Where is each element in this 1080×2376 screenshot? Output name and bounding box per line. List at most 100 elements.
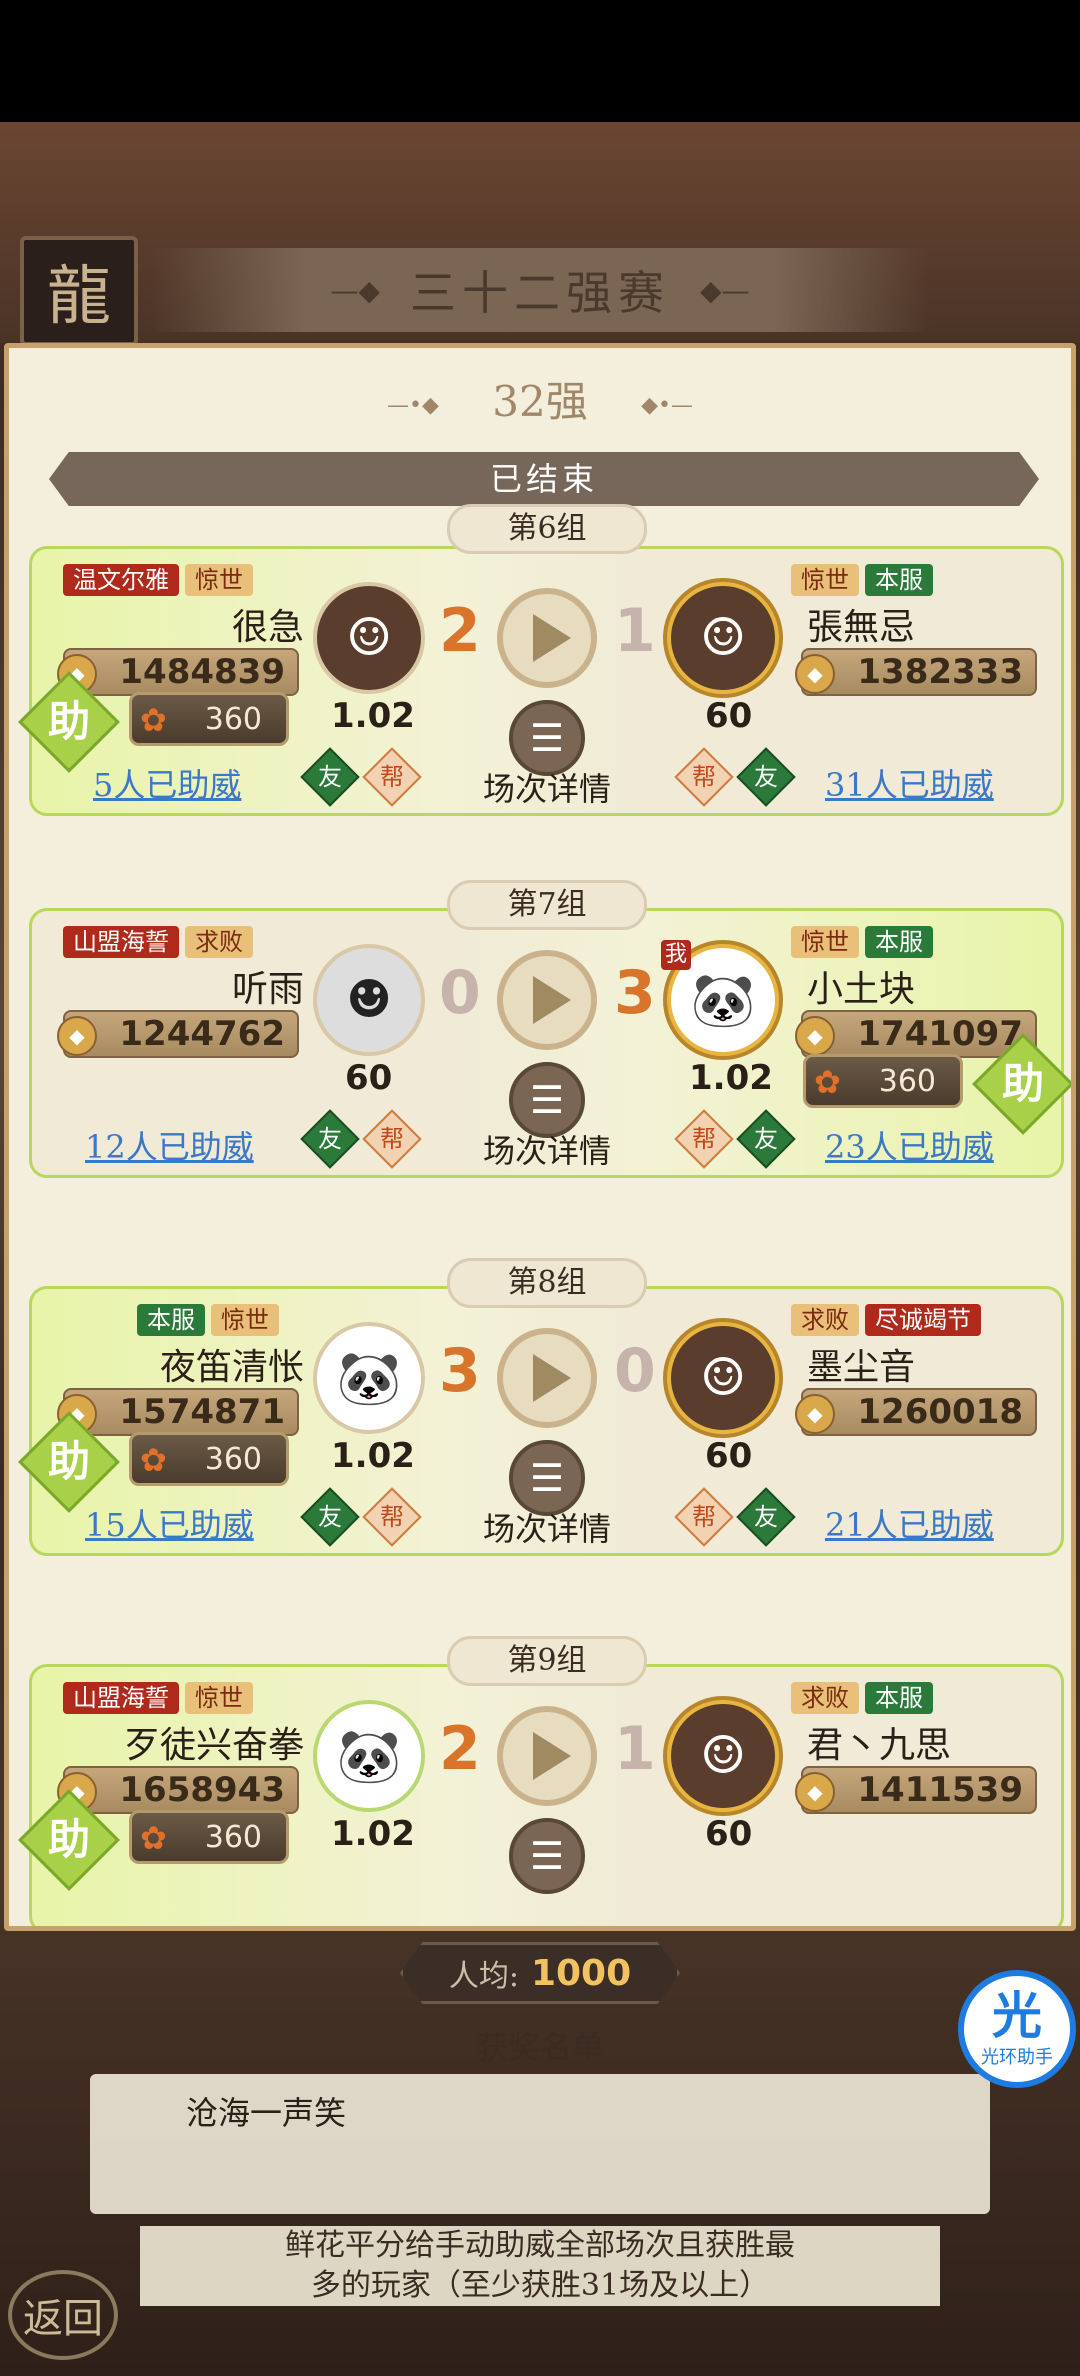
helper-app-float-button[interactable]: 光 光环助手 bbox=[958, 1970, 1076, 2088]
group-label: 第6组 bbox=[447, 504, 647, 554]
award-winner: 沧海一声笑 bbox=[186, 2094, 347, 2132]
match-group: 第9组 山盟海誓 惊世 歹徒兴奋拳 ◆ 1658943 🐼 2 1 ☺ 求败 本服… bbox=[18, 1634, 1064, 1926]
tag: 本服 bbox=[137, 1304, 205, 1336]
left-helpers-link[interactable]: 5人已助威 bbox=[93, 760, 241, 806]
subtitle-deco-left-icon: —•◆ bbox=[387, 392, 439, 418]
tag: 惊世 bbox=[211, 1304, 279, 1336]
tag: 惊世 bbox=[185, 564, 253, 596]
right-helpers-link[interactable]: 23人已助威 bbox=[825, 1122, 994, 1168]
right-avatar[interactable]: ☺ bbox=[667, 1700, 779, 1812]
right-odds: 60 bbox=[705, 1436, 753, 1476]
page-title: 三十二强赛 bbox=[410, 266, 670, 320]
status-bar bbox=[0, 0, 1080, 122]
award-list-title: 获奖名单 bbox=[475, 2028, 604, 2066]
tag: 惊世 bbox=[185, 1682, 253, 1714]
flower-count: ✿ 360 bbox=[803, 1054, 963, 1108]
status-banner: 已结束 bbox=[49, 452, 1039, 506]
group-label: 第9组 bbox=[447, 1636, 647, 1686]
match-group: 第8组 本服 惊世 夜笛清怅 ◆ 1574871 🐼 3 0 ☺ 求败 尽诚竭节 … bbox=[18, 1256, 1064, 1556]
tag: 尽诚竭节 bbox=[865, 1304, 981, 1336]
tag: 本服 bbox=[865, 926, 933, 958]
right-score: 1 bbox=[614, 596, 656, 666]
title-deco-right-icon: ◆— bbox=[700, 273, 750, 307]
average-label: 人均: bbox=[448, 1959, 519, 1994]
right-tags: 惊世 本服 bbox=[791, 564, 933, 596]
reward-rule-note: 鲜花平分给手动助威全部场次且获胜最 多的玩家（至少获胜31场及以上） bbox=[140, 2226, 940, 2306]
match-detail-button[interactable]: 场次详情 bbox=[447, 764, 647, 810]
right-tags: 惊世 本服 bbox=[791, 926, 933, 958]
left-tags: 本服 惊世 bbox=[137, 1304, 279, 1336]
tag: 山盟海誓 bbox=[63, 926, 179, 958]
match-detail-button[interactable]: 场次详情 bbox=[447, 1126, 647, 1172]
right-player-name: 墨尘音 bbox=[807, 1347, 916, 1388]
right-player-name: 小土块 bbox=[807, 969, 916, 1010]
title-bar: —◆ 三十二强赛 ◆— bbox=[150, 248, 930, 332]
left-helpers-link[interactable]: 12人已助威 bbox=[85, 1122, 254, 1168]
play-replay-button[interactable] bbox=[497, 1706, 597, 1806]
power-icon: ◆ bbox=[795, 1016, 835, 1056]
left-player-name: 很急 bbox=[231, 607, 304, 648]
flower-count: ✿ 360 bbox=[129, 1810, 289, 1864]
right-power: ◆ 1382333 bbox=[795, 648, 1037, 696]
play-replay-button[interactable] bbox=[497, 1328, 597, 1428]
tag: 惊世 bbox=[791, 926, 859, 958]
right-avatar[interactable]: ☺ bbox=[667, 582, 779, 694]
left-avatar-panda[interactable]: 🐼 bbox=[313, 1700, 425, 1812]
tag: 求败 bbox=[791, 1682, 859, 1714]
left-score: 2 bbox=[439, 596, 481, 666]
helper-app-icon: 光 bbox=[992, 1986, 1042, 2045]
award-list[interactable]: 沧海一声笑 bbox=[90, 2074, 990, 2214]
right-tags: 求败 本服 bbox=[791, 1682, 933, 1714]
right-odds: 60 bbox=[705, 696, 753, 736]
tag: 本服 bbox=[865, 1682, 933, 1714]
match-group: 第7组 山盟海誓 求败 听雨 ◆ 1244762 ☻ 0 3 🐼 我 惊世 本服 … bbox=[29, 878, 1071, 1178]
left-odds: 60 bbox=[345, 1058, 393, 1098]
left-helpers-link[interactable]: 15人已助威 bbox=[85, 1500, 254, 1546]
me-badge: 我 bbox=[661, 940, 692, 970]
left-avatar-panda[interactable]: 🐼 bbox=[313, 1322, 425, 1434]
bottom-section: 人均: 1000 获奖名单 沧海一声笑 鲜花平分给手动助威全部场次且获胜最 多的… bbox=[0, 1930, 1080, 2376]
play-replay-button[interactable] bbox=[497, 950, 597, 1050]
play-icon bbox=[533, 976, 571, 1024]
play-replay-button[interactable] bbox=[497, 588, 597, 688]
left-power: ◆ 1244762 bbox=[57, 1010, 299, 1058]
right-power: ◆ 1411539 bbox=[795, 1766, 1037, 1814]
list-icon[interactable]: ☰ bbox=[509, 1818, 585, 1894]
group-label: 第8组 bbox=[447, 1258, 647, 1308]
helper-app-label: 光环助手 bbox=[981, 2047, 1053, 2068]
play-icon bbox=[533, 1732, 571, 1780]
right-helpers-link[interactable]: 21人已助威 bbox=[825, 1500, 994, 1546]
title-deco-left-icon: —◆ bbox=[330, 273, 380, 307]
right-score: 1 bbox=[614, 1714, 656, 1784]
left-odds: 1.02 bbox=[331, 1814, 415, 1854]
tag: 山盟海誓 bbox=[63, 1682, 179, 1714]
left-avatar[interactable]: ☺ bbox=[313, 582, 425, 694]
power-icon: ◆ bbox=[795, 654, 835, 694]
power-icon: ◆ bbox=[57, 1016, 97, 1056]
average-value: 1000 bbox=[530, 1952, 632, 1994]
tag: 本服 bbox=[865, 564, 933, 596]
flower-count: ✿ 360 bbox=[129, 1432, 289, 1486]
right-avatar[interactable]: ☺ bbox=[667, 1322, 779, 1434]
left-avatar[interactable]: ☻ bbox=[313, 944, 425, 1056]
bracket-panel[interactable]: —•◆ 32强 ◆•— 已结束 第6组 温文尔雅 惊世 很急 ◆ 1484839 … bbox=[4, 343, 1076, 1931]
match-detail-button[interactable]: 场次详情 bbox=[447, 1504, 647, 1550]
right-power: ◆ 1260018 bbox=[795, 1388, 1037, 1436]
power-icon: ◆ bbox=[795, 1394, 835, 1434]
left-player-name: 夜笛清怅 bbox=[159, 1347, 304, 1388]
left-tags: 温文尔雅 惊世 bbox=[63, 564, 253, 596]
back-button[interactable]: 返回 bbox=[8, 2270, 118, 2360]
average-reward: 人均: 1000 bbox=[400, 1942, 680, 2004]
tag: 求败 bbox=[185, 926, 253, 958]
left-odds: 1.02 bbox=[331, 696, 415, 736]
right-odds: 1.02 bbox=[689, 1058, 773, 1098]
group-label: 第7组 bbox=[447, 880, 647, 930]
reward-rule-line: 多的玩家（至少获胜31场及以上） bbox=[310, 2268, 770, 2303]
flower-count: ✿ 360 bbox=[129, 692, 289, 746]
right-player-name: 張無忌 bbox=[807, 607, 916, 648]
right-helpers-link[interactable]: 31人已助威 bbox=[825, 760, 994, 806]
left-score: 0 bbox=[439, 958, 481, 1028]
play-icon bbox=[533, 1354, 571, 1402]
left-odds: 1.02 bbox=[331, 1436, 415, 1476]
play-icon bbox=[533, 614, 571, 662]
